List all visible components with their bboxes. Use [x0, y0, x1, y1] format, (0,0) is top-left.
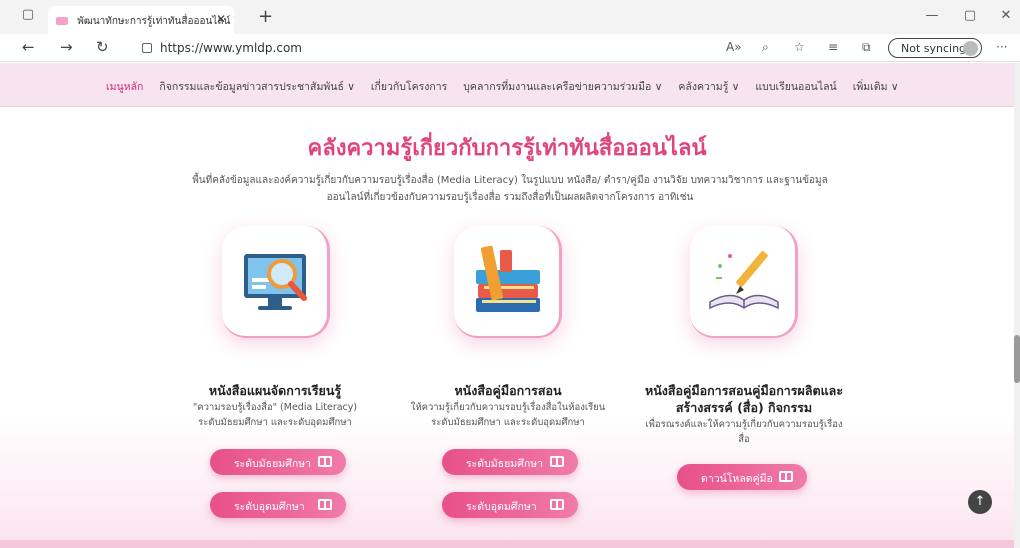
book-icon	[318, 456, 332, 467]
new-tab-icon[interactable]: +	[258, 6, 273, 27]
card-1-secondary-button[interactable]: ระดับมัธยมศึกษา	[210, 449, 346, 475]
open-book-pencil-icon	[709, 251, 779, 310]
favorite-icon[interactable]: ☆	[794, 40, 805, 54]
menu-item-online-lessons[interactable]: แบบเรียนออนไลน์	[755, 78, 836, 95]
footer-strip	[0, 540, 1014, 548]
book-icon	[318, 499, 332, 510]
menu-item-network[interactable]: บุคลากรที่มงานและเครือข่ายความร่วมมือ ∨	[463, 78, 662, 95]
maximize-icon[interactable]: ▢	[962, 8, 978, 23]
menu-item-more[interactable]: เพิ่มเติม ∨	[853, 78, 899, 95]
card-2-secondary-label: ระดับมัธยมศึกษา	[466, 458, 544, 470]
description-line-1: พื้นที่คลังข้อมูลและองค์ความรู้เกี่ยวกับ…	[192, 175, 828, 186]
site-favicon-icon	[56, 17, 68, 25]
menu-item-knowledge[interactable]: คลังความรู้ ∨	[678, 78, 739, 95]
profile-avatar-icon	[963, 41, 978, 56]
card-1-sub-2: ระดับมัธยมศึกษา และระดับอุดมศึกษา	[198, 417, 352, 428]
card-2-secondary-button[interactable]: ระดับมัธยมศึกษา	[442, 449, 578, 475]
card-2-higher-button[interactable]: ระดับอุดมศึกษา	[442, 492, 578, 518]
card-3-title-1: หนังสือคู่มือการสอนคู่มือการผลิตและ	[644, 383, 844, 398]
card-2-sub-2: ระดับมัธยมศึกษา และระดับอุดมศึกษา	[431, 417, 585, 428]
zoom-icon[interactable]: ⌕	[762, 40, 769, 55]
address-field[interactable]: https://www.ymldp.com	[142, 41, 302, 55]
card-2-title: หนังสือคู่มือการสอน	[454, 383, 562, 398]
menu-items: เมนูหลัก กิจกรรมและข้อมูลข่าวสารประชาสัม…	[106, 78, 899, 95]
download-guide-button[interactable]: ดาวน์โหลดคู่มือ	[677, 464, 807, 490]
site-menu: เมนูหลัก กิจกรรมและข้อมูลข่าวสารประชาสัม…	[0, 63, 1014, 107]
card-1-sub-1: "ความรอบรู้เรื่องสื่อ" (Media Literacy)	[192, 402, 358, 413]
card-1-title: หนังสือแผนจัดการเรียนรู้	[208, 383, 342, 398]
scrollbar-thumb[interactable]	[1014, 335, 1020, 383]
books-stack-icon	[476, 245, 540, 312]
section-title: คลังความรู้เกี่ยวกับการรู้เท่าทันสื่อออน…	[307, 136, 707, 161]
menu-item-about[interactable]: เกี่ยวกับโครงการ	[371, 78, 447, 95]
read-aloud-icon[interactable]: A»	[726, 40, 742, 54]
close-window-icon[interactable]: ✕	[998, 8, 1014, 23]
section-description: พื้นที่คลังข้อมูลและองค์ความรู้เกี่ยวกับ…	[170, 172, 850, 206]
description-line-2: ออนไลน์ที่เกี่ยวข้องกับความรอบรู้เรื่องส…	[326, 192, 694, 203]
minimize-icon[interactable]: —	[924, 8, 940, 23]
production-guide-card-image	[690, 226, 798, 338]
download-guide-label: ดาวน์โหลดคู่มือ	[701, 473, 773, 485]
scrollbar[interactable]	[1014, 63, 1020, 548]
card-3-sub-1: เพื่อรณรงค์และให้ความรู้เกี่ยวกับความรอบ…	[645, 419, 843, 430]
tab-title: พัฒนาทักษะการรู้เท่าทันสื่อออนไลน์ ใน	[77, 16, 234, 27]
lesson-plan-card-image	[222, 226, 330, 338]
card-2-sub-1: ให้ความรู้เกี่ยวกับความรอบรู้เรื่องสื่อใ…	[410, 402, 606, 413]
menu-item-home[interactable]: เมนูหลัก	[106, 78, 143, 95]
card-1-higher-button[interactable]: ระดับอุดมศึกษา	[210, 492, 346, 518]
browser-tab[interactable]: พัฒนาทักษะการรู้เท่าทันสื่อออนไลน์ ใน ✕	[48, 6, 234, 34]
card-3-title-2: สร้างสรรค์ (สื่อ) กิจกรรม	[675, 400, 813, 415]
book-icon	[550, 499, 564, 510]
monitor-magnifier-icon	[244, 254, 307, 310]
back-icon[interactable]: ←	[22, 38, 35, 56]
browser-titlebar: ▢ พัฒนาทักษะการรู้เท่าทันสื่อออนไลน์ ใน …	[0, 0, 1020, 34]
url-text: https://www.ymldp.com	[160, 41, 302, 55]
card-1-secondary-label: ระดับมัธยมศึกษา	[234, 458, 312, 470]
teaching-guide-card-image	[454, 226, 562, 338]
forward-icon[interactable]: →	[60, 38, 73, 56]
card-2-higher-label: ระดับอุดมศึกษา	[466, 501, 537, 513]
book-icon	[779, 471, 793, 482]
site-info-icon[interactable]	[142, 43, 152, 53]
menu-item-activities[interactable]: กิจกรรมและข้อมูลข่าวสารประชาสัมพันธ์ ∨	[159, 78, 355, 95]
sync-label: Not syncing	[901, 42, 967, 55]
more-icon[interactable]: ···	[996, 40, 1007, 54]
book-icon	[550, 456, 564, 467]
favorites-list-icon[interactable]: ≡	[828, 40, 838, 54]
card-1-higher-label: ระดับอุดมศึกษา	[234, 501, 305, 513]
address-toolbar: ← → ↻ https://www.ymldp.com A» ⌕ ☆ ≡ ⧉ N…	[0, 34, 1020, 62]
card-3-sub-2: สื่อ	[738, 434, 750, 445]
close-tab-icon[interactable]: ✕	[216, 12, 226, 26]
tab-actions-icon[interactable]: ▢	[20, 7, 36, 22]
collections-icon[interactable]: ⧉	[862, 40, 871, 55]
refresh-icon[interactable]: ↻	[96, 38, 109, 56]
sync-button[interactable]: Not syncing	[888, 38, 982, 58]
back-to-top-button[interactable]: ↑	[968, 490, 992, 514]
